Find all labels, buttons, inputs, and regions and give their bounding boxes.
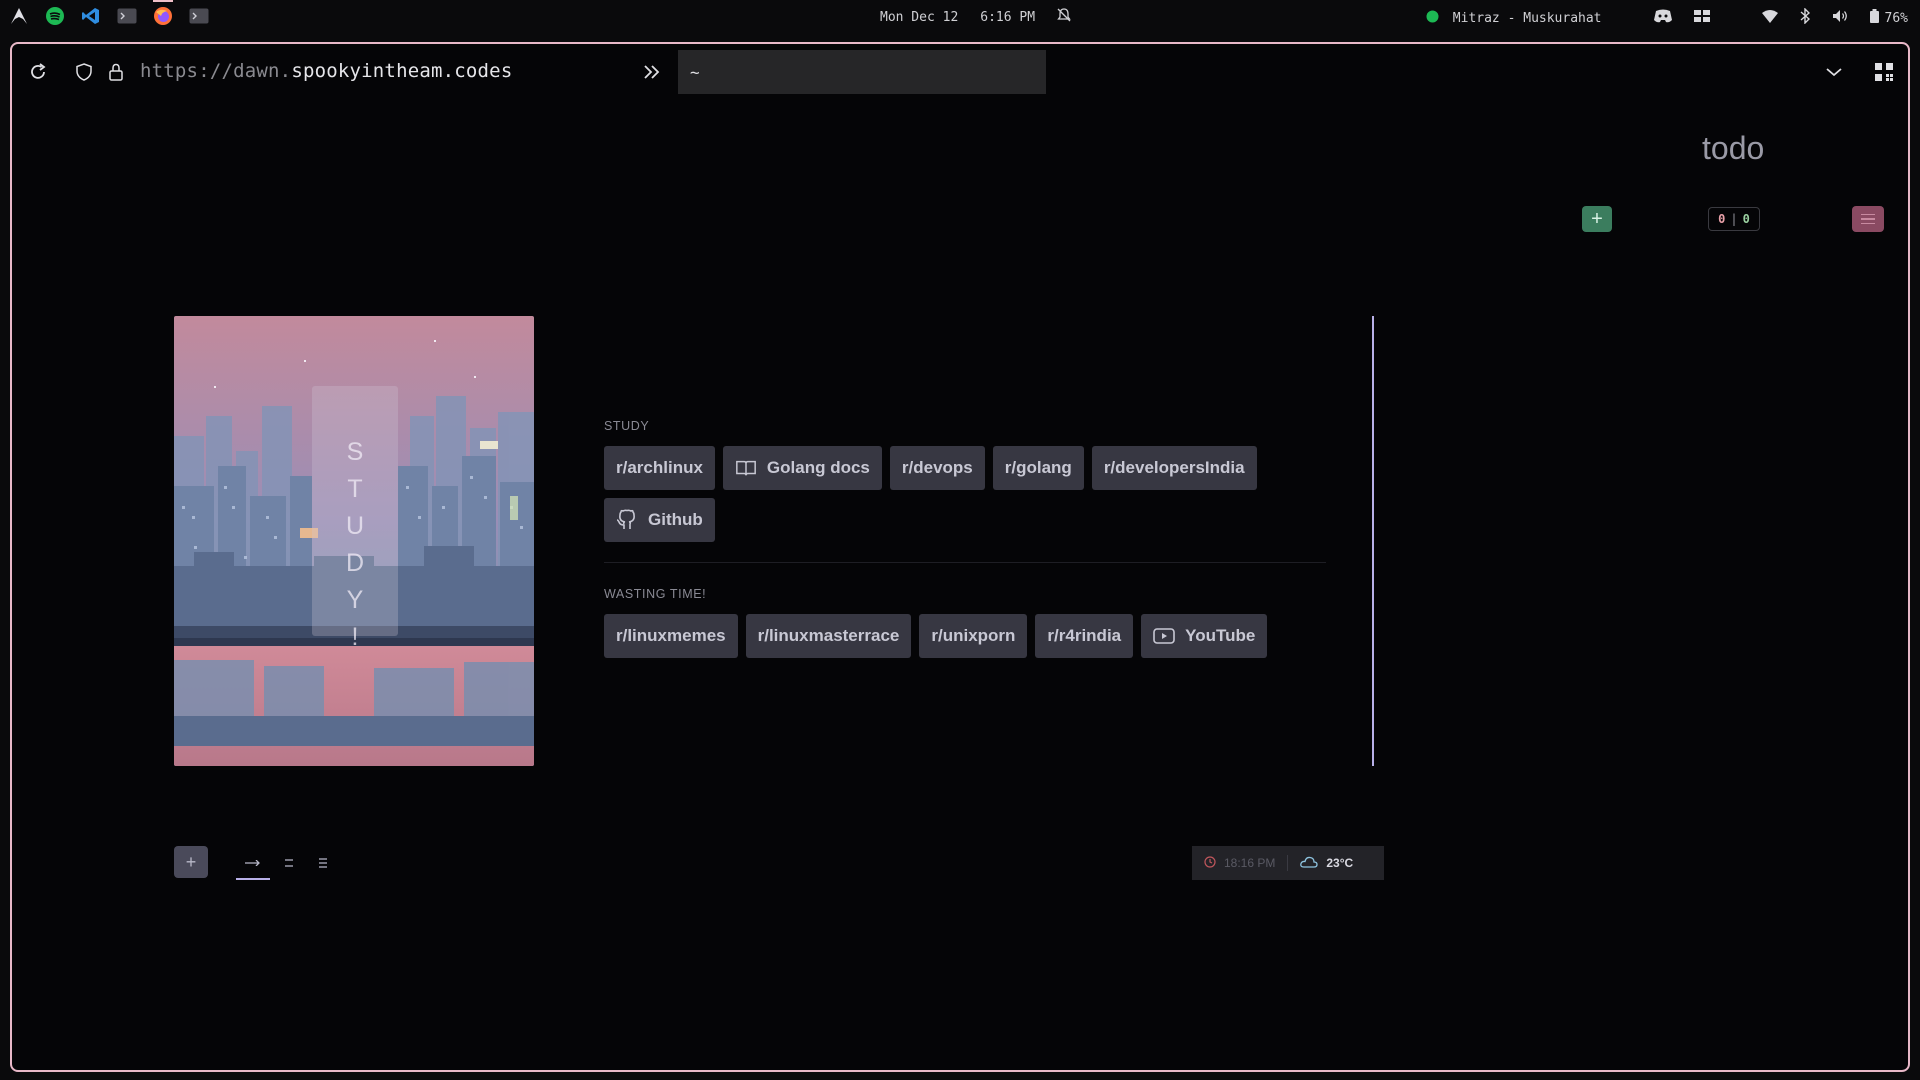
menu-line [1861, 222, 1875, 225]
terminal-icon[interactable] [188, 6, 210, 26]
temperature-label: 23°C [1326, 856, 1354, 870]
url-host: spookyintheam.codes [291, 60, 513, 82]
link-r-unixporn[interactable]: r/unixporn [919, 614, 1028, 658]
banner-letter: D [345, 549, 365, 577]
command-input[interactable] [678, 50, 1046, 94]
terminal-icon[interactable] [116, 6, 138, 26]
link-label: Github [648, 510, 703, 529]
study-links: r/archlinux Golang docs r/devops r/golan… [604, 446, 1344, 542]
bottom-bar: + 1 2 3 18:16 PM 23°C [174, 846, 1384, 880]
lock-icon[interactable] [104, 60, 128, 84]
link-label: r/archlinux [616, 458, 703, 477]
section-label-wasting-time: WASTING TIME! [604, 587, 707, 601]
system-top-bar: Mon Dec 12 6:16 PM Mitraz - Muskurahat 7… [0, 0, 1920, 32]
time-label: 6:16 PM [980, 9, 1036, 25]
link-r-linuxmasterrace[interactable]: r/linuxmasterrace [745, 614, 912, 658]
battery-status[interactable]: 76% [1869, 9, 1908, 27]
reload-icon[interactable] [26, 60, 50, 84]
city-pixel-art-image: S T U D Y ! [174, 316, 534, 766]
bell-off-icon[interactable] [1057, 8, 1071, 26]
spotify-icon [1426, 10, 1439, 27]
link-label: r/golang [1004, 458, 1072, 477]
link-golang-docs[interactable]: Golang docs [722, 446, 882, 490]
tab-3[interactable]: 3 [308, 852, 338, 874]
todo-count-separator: | [1730, 212, 1738, 226]
menu-line [1861, 213, 1875, 216]
cloud-icon [1300, 856, 1319, 871]
weather-status: 23°C [1300, 856, 1353, 871]
now-playing-label: Mitraz - Muskurahat [1452, 10, 1602, 26]
banner-letter: T [347, 475, 363, 503]
menu-line [1861, 218, 1875, 220]
link-r-developersindia[interactable]: r/developersIndia [1091, 446, 1257, 490]
link-label: r/unixporn [931, 626, 1016, 645]
link-r-linuxmemes[interactable]: r/linuxmemes [604, 614, 738, 658]
wasting-time-links: r/linuxmemes r/linuxmasterrace r/unixpor… [604, 614, 1344, 658]
tab-1[interactable]: 1 [236, 852, 270, 880]
arch-logo-icon[interactable] [8, 6, 30, 26]
apps-grid-icon[interactable] [1872, 60, 1896, 84]
todo-done-count: 0 [1742, 212, 1750, 226]
clock-status: 18:16 PM [1204, 855, 1276, 871]
link-r-r4rindia[interactable]: r/r4rindia [1035, 614, 1134, 658]
panel-border [1372, 316, 1374, 766]
todo-title: todo [1702, 130, 1765, 166]
todo-counter: 0 | 0 [1708, 207, 1760, 231]
clock-icon [1204, 855, 1216, 871]
now-playing[interactable]: Mitraz - Muskurahat [1426, 10, 1602, 27]
link-github[interactable]: Github [604, 498, 715, 542]
status-separator [1287, 855, 1289, 871]
discord-icon[interactable] [1653, 9, 1672, 27]
wifi-icon[interactable] [1761, 9, 1778, 27]
section-divider [604, 562, 1326, 563]
link-r-devops[interactable]: r/devops [889, 446, 985, 490]
chevron-down-icon[interactable] [1822, 60, 1846, 84]
study-banner: S T U D Y ! [312, 386, 398, 651]
banner-letter: ! [351, 623, 359, 651]
link-label: r/linuxmemes [616, 626, 726, 645]
status-box: 18:16 PM 23°C [1192, 846, 1384, 880]
firefox-icon[interactable] [152, 0, 174, 26]
clock-area: Mon Dec 12 6:16 PM [880, 8, 1071, 26]
section-label-study: STUDY [604, 419, 650, 433]
tab-2[interactable]: 2 [274, 852, 304, 874]
link-label: Golang docs [766, 458, 870, 477]
layout-icon[interactable] [1693, 10, 1710, 26]
todo-add-button[interactable]: + [1582, 206, 1612, 232]
link-label: r/linuxmasterrace [757, 626, 900, 645]
workspace-apps [8, 0, 210, 26]
volume-icon[interactable] [1832, 9, 1848, 27]
link-label: YouTube [1185, 626, 1256, 645]
system-tray: Mitraz - Muskurahat 76% [1426, 7, 1908, 28]
link-label: r/r4rindia [1047, 626, 1122, 645]
banner-letter: S [346, 438, 364, 466]
vscode-icon[interactable] [80, 6, 102, 26]
github-icon [616, 509, 638, 531]
url-bar: https://dawn.spookyintheam.codes [12, 44, 1908, 100]
bluetooth-icon[interactable] [1800, 7, 1810, 28]
todo-pending-count: 0 [1718, 212, 1726, 226]
battery-icon [1869, 9, 1879, 27]
book-icon [735, 457, 757, 479]
url-scheme: https://dawn. [140, 60, 292, 82]
link-r-golang[interactable]: r/golang [992, 446, 1084, 490]
spotify-icon[interactable] [44, 6, 66, 26]
link-label: r/developersIndia [1103, 458, 1245, 477]
shield-icon[interactable] [72, 60, 96, 84]
link-label: r/devops [901, 458, 973, 477]
banner-letter: Y [346, 586, 364, 614]
todo-menu-button[interactable] [1852, 206, 1884, 232]
youtube-icon [1153, 625, 1175, 647]
battery-label: 76% [1884, 10, 1908, 26]
status-time-label: 18:16 PM [1224, 856, 1276, 870]
link-youtube[interactable]: YouTube [1141, 614, 1268, 658]
chevrons-right-icon[interactable] [640, 60, 664, 84]
link-r-archlinux[interactable]: r/archlinux [604, 446, 715, 490]
banner-letter: U [345, 512, 365, 540]
add-tab-button[interactable]: + [174, 846, 208, 878]
url-text[interactable]: https://dawn.spookyintheam.codes [140, 60, 512, 82]
date-label: Mon Dec 12 [880, 9, 959, 25]
